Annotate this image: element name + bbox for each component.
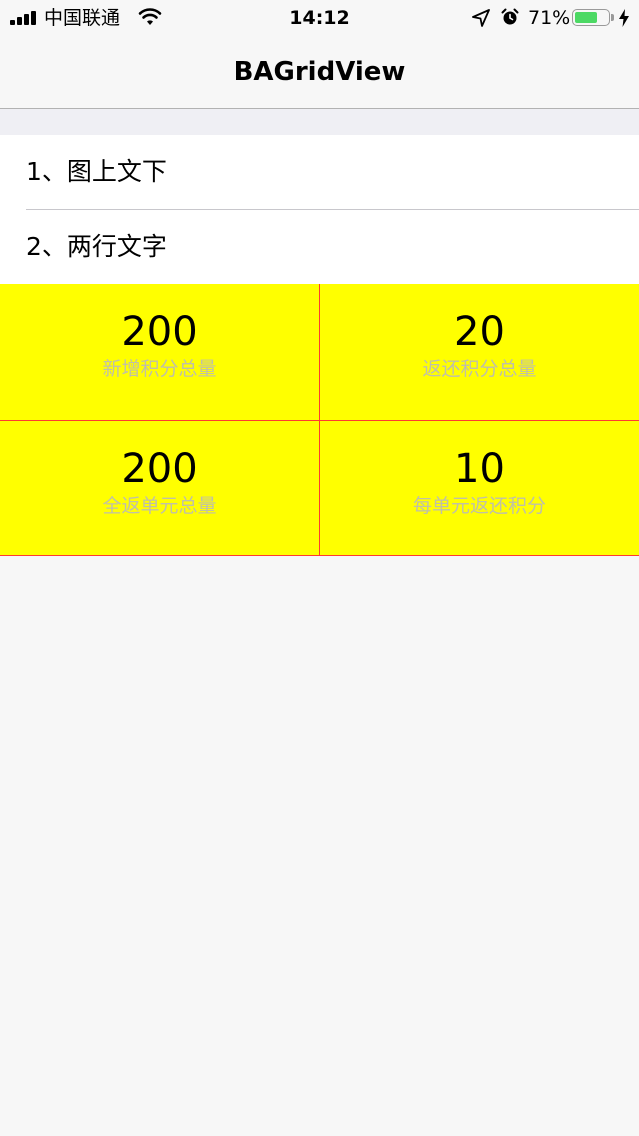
grid-cell[interactable]: 200 新增积分总量 (0, 284, 319, 420)
charging-bolt-icon (619, 9, 629, 27)
grid-divider-bottom (0, 555, 639, 556)
grid-divider-horizontal (0, 420, 639, 421)
location-arrow-icon (472, 9, 490, 27)
navigation-bar: BAGridView (0, 40, 639, 109)
grid-cell-value: 10 (454, 446, 505, 492)
list-item-image-top-text-bottom[interactable]: 1、图上文下 (0, 135, 639, 210)
grid-cell[interactable]: 200 全返单元总量 (0, 421, 319, 557)
grid-cell-label: 返还积分总量 (422, 358, 537, 380)
battery-percent: 71% (528, 7, 571, 29)
grid-cell[interactable]: 10 每单元返还积分 (320, 421, 639, 557)
grid-cell-label: 新增积分总量 (102, 358, 217, 380)
grid-cell[interactable]: 20 返还积分总量 (320, 284, 639, 420)
grid-cell-label: 全返单元总量 (102, 495, 217, 517)
battery-cap (611, 14, 614, 21)
grid-cell-value: 200 (121, 446, 198, 492)
grid-cell-value: 20 (454, 309, 505, 355)
list-item-label: 2、两行文字 (26, 232, 167, 261)
alarm-clock-icon (501, 8, 519, 25)
battery-fill (575, 12, 597, 23)
options-list: 1、图上文下 2、两行文字 (0, 135, 639, 284)
grid-view: 200 新增积分总量 20 返还积分总量 200 全返单元总量 10 每单元返还… (0, 284, 639, 556)
grid-cell-value: 200 (121, 309, 198, 355)
list-item-two-line-text[interactable]: 2、两行文字 (0, 210, 639, 284)
status-bar: 中国联通 14:12 71% (0, 0, 639, 40)
battery-icon (572, 9, 610, 26)
page-title: BAGridView (233, 57, 406, 87)
section-gap (0, 109, 639, 135)
list-item-label: 1、图上文下 (26, 157, 167, 186)
grid-cell-label: 每单元返还积分 (412, 495, 546, 517)
